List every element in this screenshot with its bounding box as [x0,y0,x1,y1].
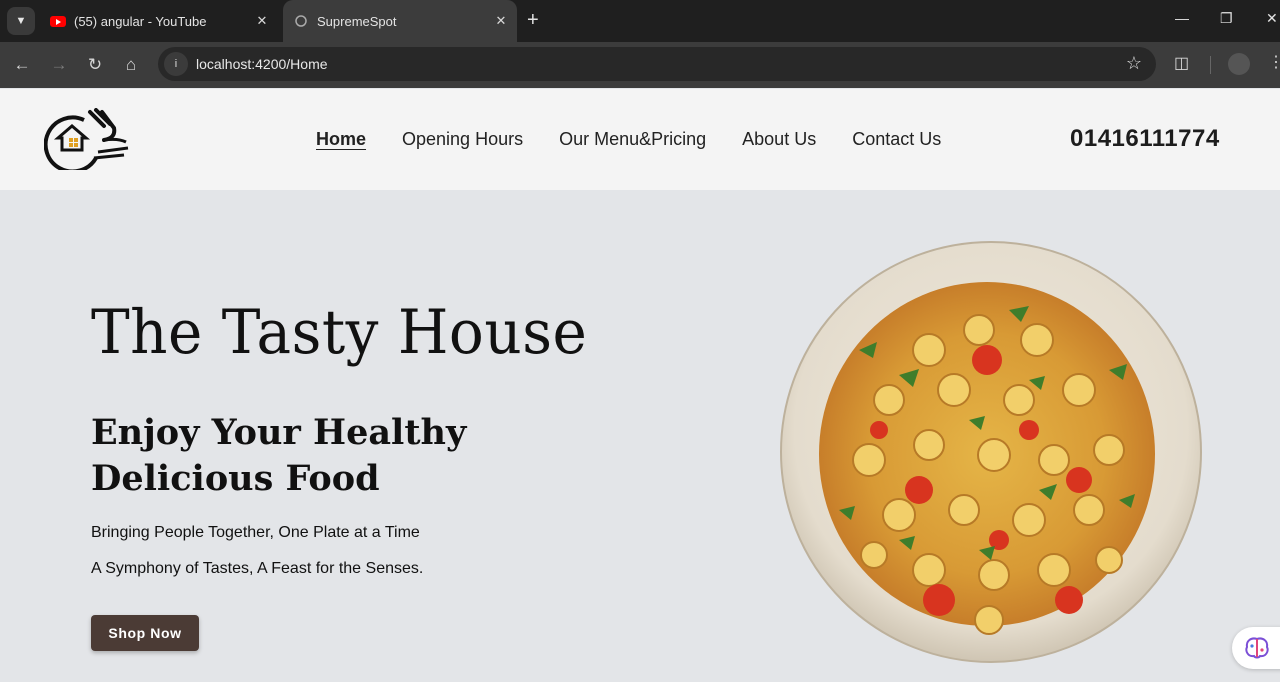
tab-title: SupremeSpot [317,13,397,29]
new-tab-icon[interactable]: + [527,9,539,31]
bookmark-star-icon[interactable]: ☆ [1126,53,1142,74]
site-header: Home Opening Hours Our Menu&Pricing Abou… [0,89,1280,190]
back-icon[interactable]: ← [11,54,33,76]
close-tab-icon[interactable]: ✕ [252,13,272,29]
main-nav: Home Opening Hours Our Menu&Pricing Abou… [316,129,977,150]
toolbar-divider [1210,56,1211,74]
menu-dots-icon[interactable]: ⋮ [1268,52,1280,72]
tagline-1: Bringing People Together, One Plate at a… [91,524,420,541]
youtube-icon [50,13,66,29]
tab-title: (55) angular - YouTube [74,13,207,29]
nav-about-us[interactable]: About Us [742,129,816,150]
nav-menu-pricing[interactable]: Our Menu&Pricing [559,129,706,150]
tab-supremespot[interactable]: SupremeSpot ✕ [283,0,517,42]
restaurant-logo[interactable] [44,108,132,170]
hero-section: The Tasty House Enjoy Your Healthy Delic… [0,190,1280,682]
phone-number[interactable]: 01416111774 [1070,125,1220,153]
extensions-icon[interactable]: ◫ [1174,53,1189,73]
close-tab-icon[interactable]: ✕ [491,13,511,29]
pasta-plate-image [780,241,1202,663]
restore-icon[interactable]: ❐ [1220,10,1233,27]
tagline-2: A Symphony of Tastes, A Feast for the Se… [91,560,424,577]
shop-now-button[interactable]: Shop Now [91,615,199,651]
nav-opening-hours[interactable]: Opening Hours [402,129,523,150]
globe-icon [293,13,309,29]
profile-avatar[interactable] [1228,53,1250,75]
hero-subtitle-line1: Enjoy Your Healthy [91,412,467,453]
minimize-icon[interactable]: — [1175,10,1189,26]
hero-subtitle: Enjoy Your Healthy Delicious Food [91,410,511,502]
info-icon[interactable]: i [164,52,188,76]
forward-icon[interactable]: → [48,54,70,76]
tab-search-button[interactable]: ▼ [7,7,35,35]
browser-toolbar: ← → ↻ ⌂ i localhost:4200/Home ☆ ◫ ⋮ [0,42,1280,88]
hero-title: The Tasty House [91,296,588,368]
nav-home[interactable]: Home [316,129,366,150]
hero-subtitle-line2: Delicious Food [91,458,380,499]
tab-strip: ▼ (55) angular - YouTube ✕ SupremeSpot ✕… [0,0,1280,42]
brain-icon [1245,637,1269,659]
reload-icon[interactable]: ↻ [84,54,106,76]
nav-contact-us[interactable]: Contact Us [852,129,941,150]
home-icon[interactable]: ⌂ [120,54,142,76]
address-bar[interactable]: i localhost:4200/Home ☆ [158,47,1156,81]
assistant-widget[interactable] [1232,627,1280,669]
chevron-down-icon: ▼ [15,15,27,27]
url-text[interactable]: localhost:4200/Home [196,56,328,72]
close-window-icon[interactable]: ✕ [1266,10,1278,27]
tab-youtube[interactable]: (55) angular - YouTube ✕ [44,6,278,36]
